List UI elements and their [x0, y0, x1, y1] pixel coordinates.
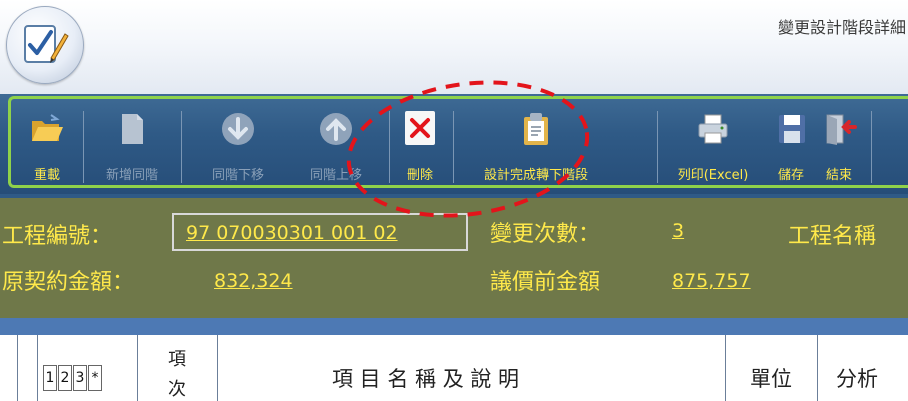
delete-x-icon: [410, 118, 430, 138]
window-title: 變更設計階段詳細: [777, 18, 906, 37]
print-excel-button[interactable]: 列印(Excel): [663, 109, 763, 187]
pre-negotiation-label: 議價前金額: [490, 270, 601, 295]
move-up-button[interactable]: 同階上移: [293, 109, 379, 187]
clipboard-icon: [524, 113, 548, 145]
project-no-value: 97 070030301 001 02: [186, 222, 398, 244]
complete-design-button[interactable]: 設計完成轉下階段: [463, 109, 609, 187]
toolbar-separator: [871, 111, 872, 183]
pre-negotiation-value: 875,757: [672, 270, 751, 292]
folder-open-icon: [32, 114, 63, 141]
toolbar-separator: [453, 111, 454, 183]
original-amount-label: 原契約金額：: [2, 270, 135, 295]
analysis-header[interactable]: 分析: [817, 335, 908, 401]
item-no-header[interactable]: 項 次: [137, 335, 217, 401]
toolbar-separator: [389, 111, 390, 183]
unit-header[interactable]: 單位: [725, 335, 817, 401]
project-info-panel: 工程編號： 97 070030301 001 02 變更次數： 3 工程名稱 原…: [0, 194, 908, 326]
item-name-header[interactable]: 項 目 名 稱 及 說 明: [217, 335, 725, 401]
toolbar-separator: [657, 111, 658, 183]
level-all-button[interactable]: *: [88, 365, 102, 391]
original-amount-value: 832,324: [214, 270, 293, 292]
save-button[interactable]: 儲存: [769, 109, 813, 187]
grid-header: 1 2 3 * 項 次 項 目 名 稱 及 說 明 單位 分析: [0, 335, 908, 401]
level-column: 1 2 3 *: [37, 335, 137, 401]
grid-header-strip: [0, 326, 908, 335]
arrow-down-icon: [222, 113, 254, 145]
printer-icon: [698, 114, 728, 144]
toolbar-separator: [181, 111, 182, 183]
project-no-field[interactable]: 97 070030301 001 02: [172, 213, 468, 251]
change-count-value: 3: [672, 220, 685, 242]
project-name-label: 工程名稱: [788, 224, 877, 249]
delete-button[interactable]: 刪除: [397, 109, 443, 187]
toolbar-separator: [83, 111, 84, 183]
level-1-button[interactable]: 1: [43, 365, 57, 391]
move-down-button[interactable]: 同階下移: [195, 109, 281, 187]
change-count-label: 變更次數：: [490, 222, 601, 247]
exit-door-icon: [826, 114, 857, 145]
project-no-label: 工程編號：: [2, 224, 113, 249]
level-2-button[interactable]: 2: [58, 365, 72, 391]
exit-button[interactable]: 結束: [817, 109, 861, 187]
level-3-button[interactable]: 3: [73, 365, 87, 391]
checklist-pencil-icon: [24, 25, 69, 63]
reload-button[interactable]: 重載: [19, 109, 75, 187]
app-menu-button[interactable]: [6, 6, 84, 84]
ribbon-group: 重載 新增同階 同階下移 同階上移 刪除 設計完成轉下階段 列印(Excel) …: [8, 96, 908, 188]
title-bar: 變更設計階段詳細: [0, 0, 908, 94]
ribbon-toolbar: 重載 新增同階 同階下移 同階上移 刪除 設計完成轉下階段 列印(Excel) …: [0, 94, 908, 194]
add-sibling-button[interactable]: 新增同階: [93, 109, 171, 187]
arrow-up-icon: [320, 113, 352, 145]
floppy-disk-icon: [779, 115, 805, 143]
new-document-icon: [122, 114, 143, 144]
